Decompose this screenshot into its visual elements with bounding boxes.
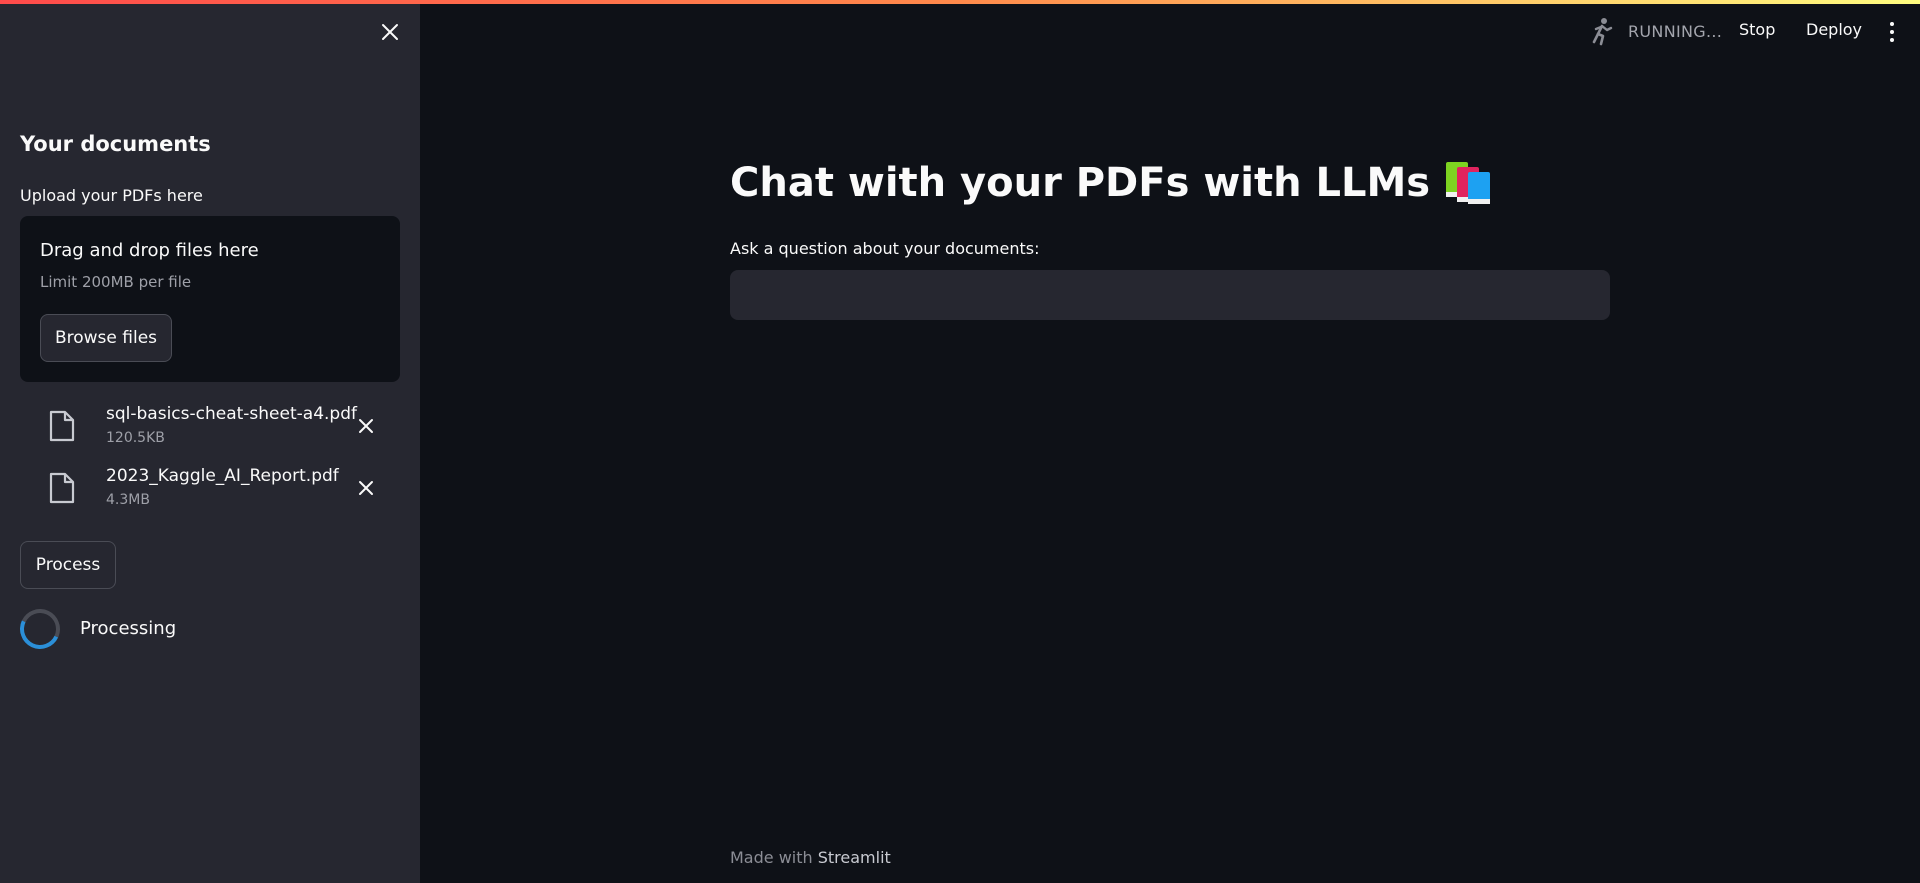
page-title: Chat with your PDFs with LLMs <box>730 160 1492 206</box>
upload-label: Upload your PDFs here <box>20 186 203 205</box>
uploaded-file-item: 2023_Kaggle_AI_Report.pdf 4.3MB <box>40 464 400 520</box>
file-icon <box>49 472 75 504</box>
main-menu-button[interactable] <box>1880 18 1904 46</box>
running-status-text: RUNNING... <box>1628 21 1723 41</box>
top-progress-stripe <box>0 0 1920 4</box>
uploaded-file-item: sql-basics-cheat-sheet-a4.pdf 120.5KB <box>40 402 400 458</box>
sidebar-heading: Your documents <box>20 132 211 156</box>
dropzone-limit: Limit 200MB per file <box>40 273 192 291</box>
sidebar: Your documents Upload your PDFs here Dra… <box>0 0 420 883</box>
more-vertical-icon-dot <box>1890 30 1894 34</box>
dropzone-title: Drag and drop files here <box>40 240 259 261</box>
remove-file-icon <box>359 481 373 495</box>
file-size: 120.5KB <box>106 430 165 446</box>
streamlit-link[interactable]: Streamlit <box>818 848 891 867</box>
deploy-button[interactable]: Deploy <box>1806 20 1862 39</box>
browse-files-button[interactable]: Browse files <box>40 314 172 362</box>
loading-spinner <box>14 603 66 655</box>
remove-file-icon <box>359 419 373 433</box>
books-icon <box>1446 162 1491 204</box>
stop-button[interactable]: Stop <box>1739 20 1775 39</box>
file-size: 4.3MB <box>106 492 150 508</box>
question-input[interactable] <box>730 270 1610 320</box>
process-button[interactable]: Process <box>20 541 116 589</box>
close-sidebar-button[interactable] <box>376 18 404 46</box>
remove-file-button[interactable] <box>352 474 380 502</box>
footer-prefix: Made with <box>730 848 813 867</box>
footer: Made with Streamlit <box>730 848 891 867</box>
page-title-text: Chat with your PDFs with LLMs <box>730 160 1431 206</box>
more-vertical-icon-dot <box>1890 38 1894 42</box>
remove-file-button[interactable] <box>352 412 380 440</box>
file-icon <box>49 410 75 442</box>
processing-label: Processing <box>80 618 177 639</box>
file-name: 2023_Kaggle_AI_Report.pdf <box>106 466 339 486</box>
file-name: sql-basics-cheat-sheet-a4.pdf <box>106 404 357 424</box>
running-status: RUNNING... <box>1586 14 1722 48</box>
file-dropzone[interactable]: Drag and drop files here Limit 200MB per… <box>20 216 400 382</box>
question-label: Ask a question about your documents: <box>730 239 1040 258</box>
more-vertical-icon <box>1890 22 1894 26</box>
close-icon <box>382 24 398 40</box>
running-man-icon <box>1592 18 1613 46</box>
